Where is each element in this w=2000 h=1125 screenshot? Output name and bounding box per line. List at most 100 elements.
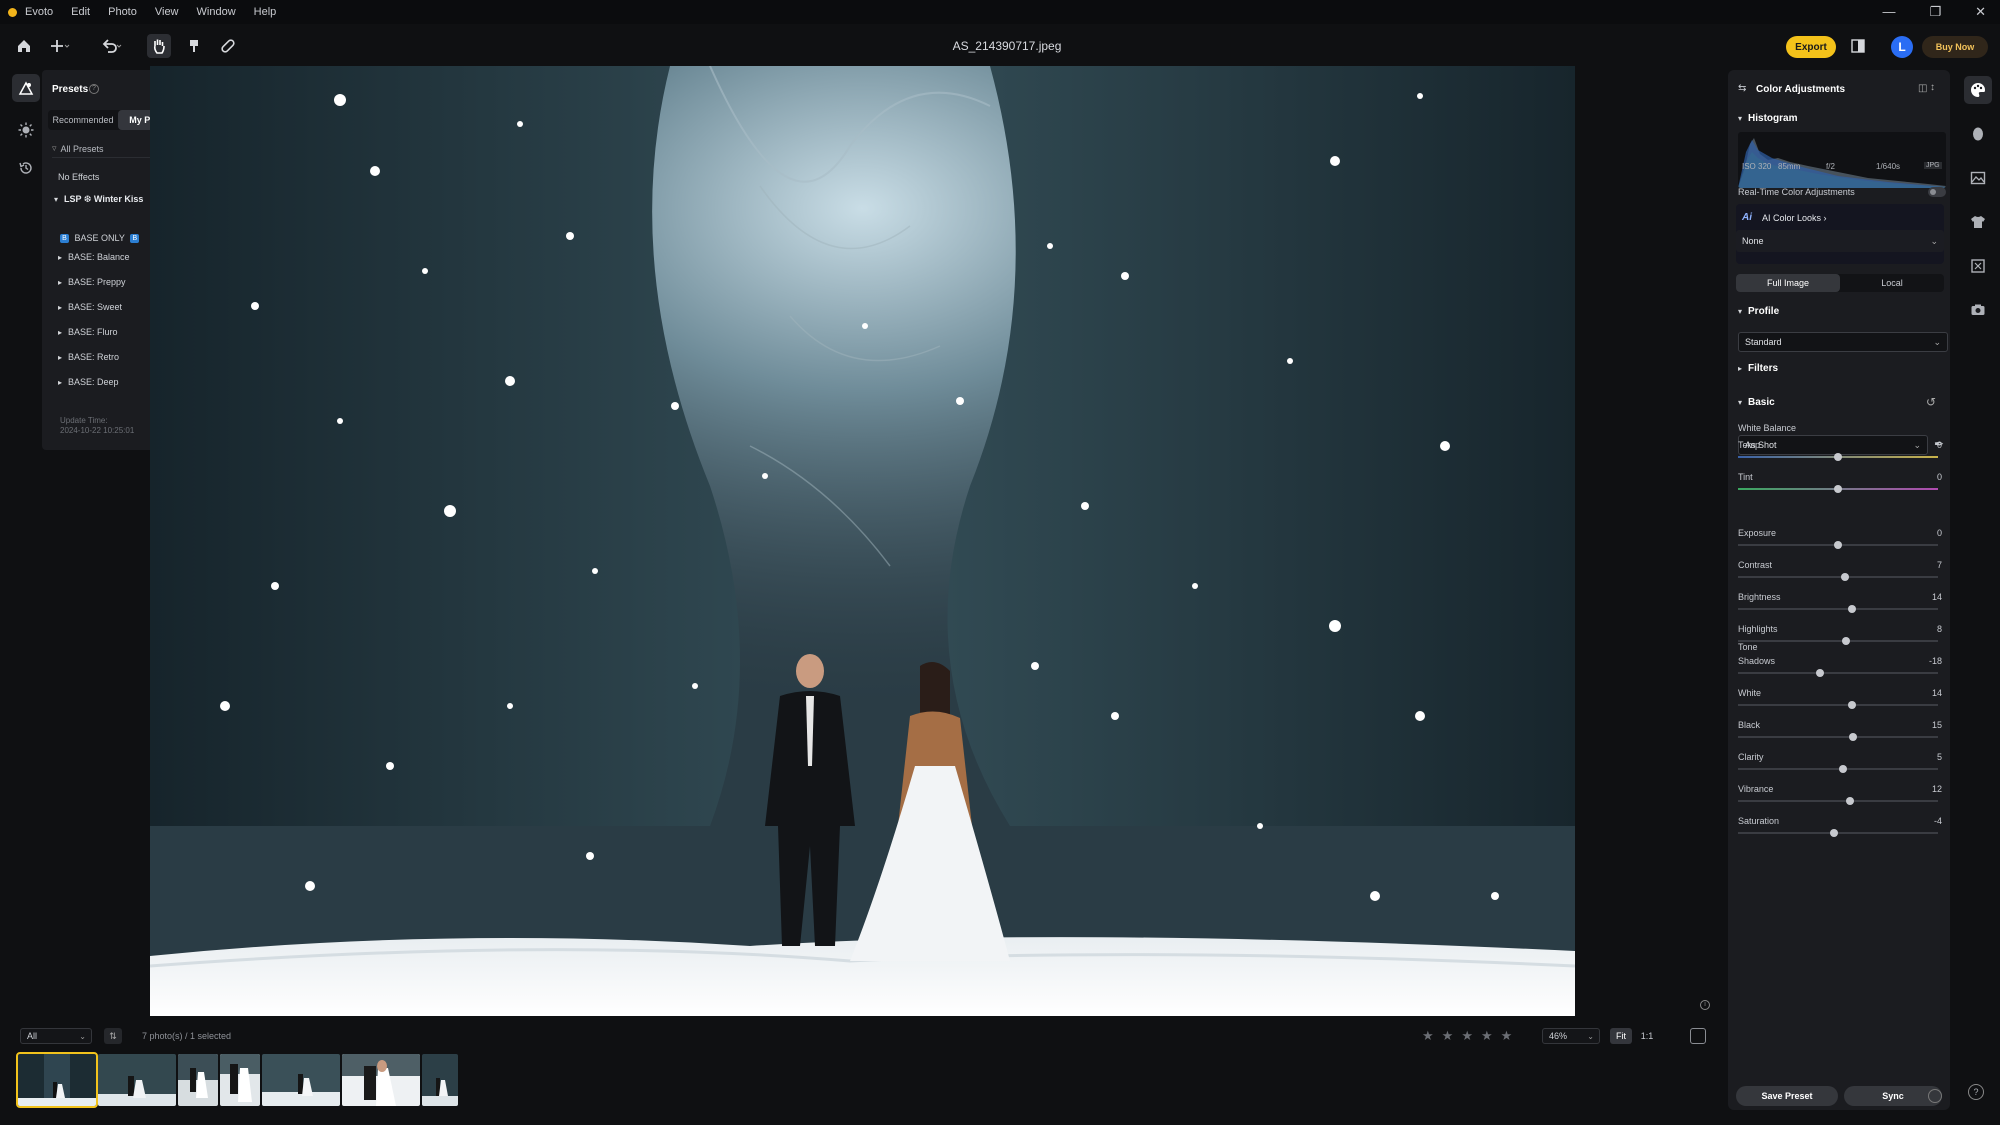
star-icon[interactable]: ★ <box>1442 1028 1454 1044</box>
panel-layout-icon[interactable] <box>1846 34 1870 58</box>
slider-track[interactable] <box>1738 637 1938 645</box>
one-to-one-button[interactable]: 1:1 <box>1636 1028 1658 1044</box>
info-icon[interactable]: i <box>1700 1000 1710 1010</box>
filters-section[interactable]: ▸ Filters <box>1738 363 1778 374</box>
thumbnail[interactable] <box>220 1054 260 1106</box>
save-preset-button[interactable]: Save Preset <box>1736 1086 1838 1106</box>
slider-knob[interactable] <box>1816 669 1824 677</box>
slider-track[interactable] <box>1738 765 1938 773</box>
preset-item[interactable]: ▸ BASE: Deep <box>58 377 119 387</box>
slider-value[interactable]: 5 <box>1912 752 1942 762</box>
slider-knob[interactable] <box>1846 797 1854 805</box>
menu-view[interactable]: View <box>155 6 179 18</box>
thumbnail[interactable] <box>16 1052 98 1108</box>
presets-icon[interactable] <box>12 74 40 102</box>
slider-value[interactable]: -18 <box>1912 656 1942 666</box>
slider-knob[interactable] <box>1842 637 1850 645</box>
preset-item[interactable]: ▸ BASE: Preppy <box>58 277 126 287</box>
preset-item[interactable]: ▸ BASE: Balance <box>58 252 130 262</box>
slider-knob[interactable] <box>1834 453 1842 461</box>
thumbnail[interactable] <box>342 1054 420 1106</box>
reset-icon[interactable]: ↺ <box>1926 395 1936 409</box>
slider-value[interactable]: 14 <box>1912 688 1942 698</box>
help-icon[interactable]: ? <box>89 84 99 94</box>
slider-track[interactable] <box>1738 541 1938 549</box>
thumbnail[interactable] <box>178 1054 218 1106</box>
avatar[interactable]: L <box>1891 36 1913 58</box>
slider-track[interactable] <box>1738 605 1938 613</box>
export-button[interactable]: Export <box>1786 36 1836 58</box>
compare-view-icon[interactable] <box>1690 1028 1706 1044</box>
menu-help[interactable]: Help <box>254 6 277 18</box>
slider-track[interactable] <box>1738 669 1938 677</box>
tab-recommended[interactable]: Recommended <box>48 110 118 130</box>
white-balance-dropdown[interactable]: As Shot ⌄ <box>1738 435 1928 455</box>
filmstrip-filter-dropdown[interactable]: All ⌄ <box>20 1028 92 1044</box>
star-icon[interactable]: ★ <box>1501 1028 1513 1044</box>
camera-icon[interactable] <box>1968 300 1988 320</box>
star-icon[interactable]: ★ <box>1422 1028 1434 1044</box>
color-palette-icon[interactable] <box>1964 76 1992 104</box>
history-icon[interactable] <box>12 154 40 182</box>
minimize-icon[interactable]: — <box>1882 4 1895 20</box>
slider-track[interactable] <box>1738 797 1938 805</box>
face-retouch-icon[interactable] <box>1968 124 1988 144</box>
ai-color-looks-dropdown[interactable]: None ⌄ <box>1736 230 1944 252</box>
menu-photo[interactable]: Photo <box>108 6 137 18</box>
slider-value[interactable]: 0 <box>1912 472 1942 482</box>
slider-knob[interactable] <box>1834 485 1842 493</box>
panel-dock-icon[interactable]: ◫ <box>1918 83 1927 94</box>
basic-section[interactable]: ▾ Basic <box>1738 397 1775 408</box>
tab-local[interactable]: Local <box>1840 274 1944 292</box>
slider-track[interactable] <box>1738 485 1938 493</box>
thumbnail[interactable] <box>98 1054 176 1106</box>
slider-track[interactable] <box>1738 829 1938 837</box>
slider-knob[interactable] <box>1848 605 1856 613</box>
thumbnail[interactable] <box>262 1054 340 1106</box>
restore-icon[interactable]: ❐ <box>1929 4 1941 20</box>
histogram-section[interactable]: ▾ Histogram <box>1738 113 1797 124</box>
menu-evoto[interactable]: Evoto <box>25 6 53 18</box>
ai-color-looks-link[interactable]: AI Color Looks › <box>1762 213 1827 223</box>
profile-dropdown[interactable]: Standard ⌄ <box>1738 332 1948 352</box>
sync-settings-icon[interactable] <box>1928 1089 1942 1103</box>
slider-value[interactable]: -4 <box>1912 816 1942 826</box>
slider-track[interactable] <box>1738 573 1938 581</box>
slider-knob[interactable] <box>1839 765 1847 773</box>
profile-section[interactable]: ▾ Profile <box>1738 306 1779 317</box>
slider-knob[interactable] <box>1848 701 1856 709</box>
buy-now-button[interactable]: Buy Now <box>1922 36 1988 58</box>
slider-value[interactable]: 7 <box>1912 560 1942 570</box>
slider-track[interactable] <box>1738 453 1938 461</box>
realtime-toggle[interactable] <box>1928 187 1946 197</box>
slider-knob[interactable] <box>1830 829 1838 837</box>
slider-value[interactable]: 12 <box>1912 784 1942 794</box>
background-icon[interactable] <box>1968 168 1988 188</box>
preset-item[interactable]: ▸ BASE: Retro <box>58 352 119 362</box>
fit-button[interactable]: Fit <box>1610 1028 1632 1044</box>
thumbnail[interactable] <box>422 1054 458 1106</box>
slider-knob[interactable] <box>1834 541 1842 549</box>
adjust-sun-icon[interactable] <box>12 116 40 144</box>
crop-icon[interactable] <box>1968 256 1988 276</box>
star-icon[interactable]: ★ <box>1481 1028 1493 1044</box>
sort-icon[interactable]: ⇅ <box>104 1028 122 1044</box>
zoom-dropdown[interactable]: 46% ⌄ <box>1542 1028 1600 1044</box>
expand-collapse-icon[interactable]: ↕ <box>1930 82 1935 93</box>
tab-full-image[interactable]: Full Image <box>1736 274 1840 292</box>
preset-group[interactable]: ▾ LSP ❆ Winter Kiss <box>54 194 143 205</box>
preset-item[interactable]: ▸ BASE: Sweet <box>58 302 122 312</box>
close-icon[interactable]: ✕ <box>1975 4 1986 20</box>
slider-value[interactable]: 14 <box>1912 592 1942 602</box>
slider-value[interactable]: 15 <box>1912 720 1942 730</box>
star-icon[interactable]: ★ <box>1461 1028 1473 1044</box>
clothing-icon[interactable] <box>1968 212 1988 232</box>
slider-value[interactable]: 0 <box>1912 440 1942 450</box>
menu-window[interactable]: Window <box>197 6 236 18</box>
slider-knob[interactable] <box>1849 733 1857 741</box>
slider-track[interactable] <box>1738 733 1938 741</box>
preset-base-only[interactable]: B BASE ONLY B <box>60 233 140 244</box>
slider-value[interactable]: 8 <box>1912 624 1942 634</box>
preset-no-effects[interactable]: No Effects <box>58 172 99 182</box>
help-icon[interactable]: ? <box>1968 1084 1984 1100</box>
